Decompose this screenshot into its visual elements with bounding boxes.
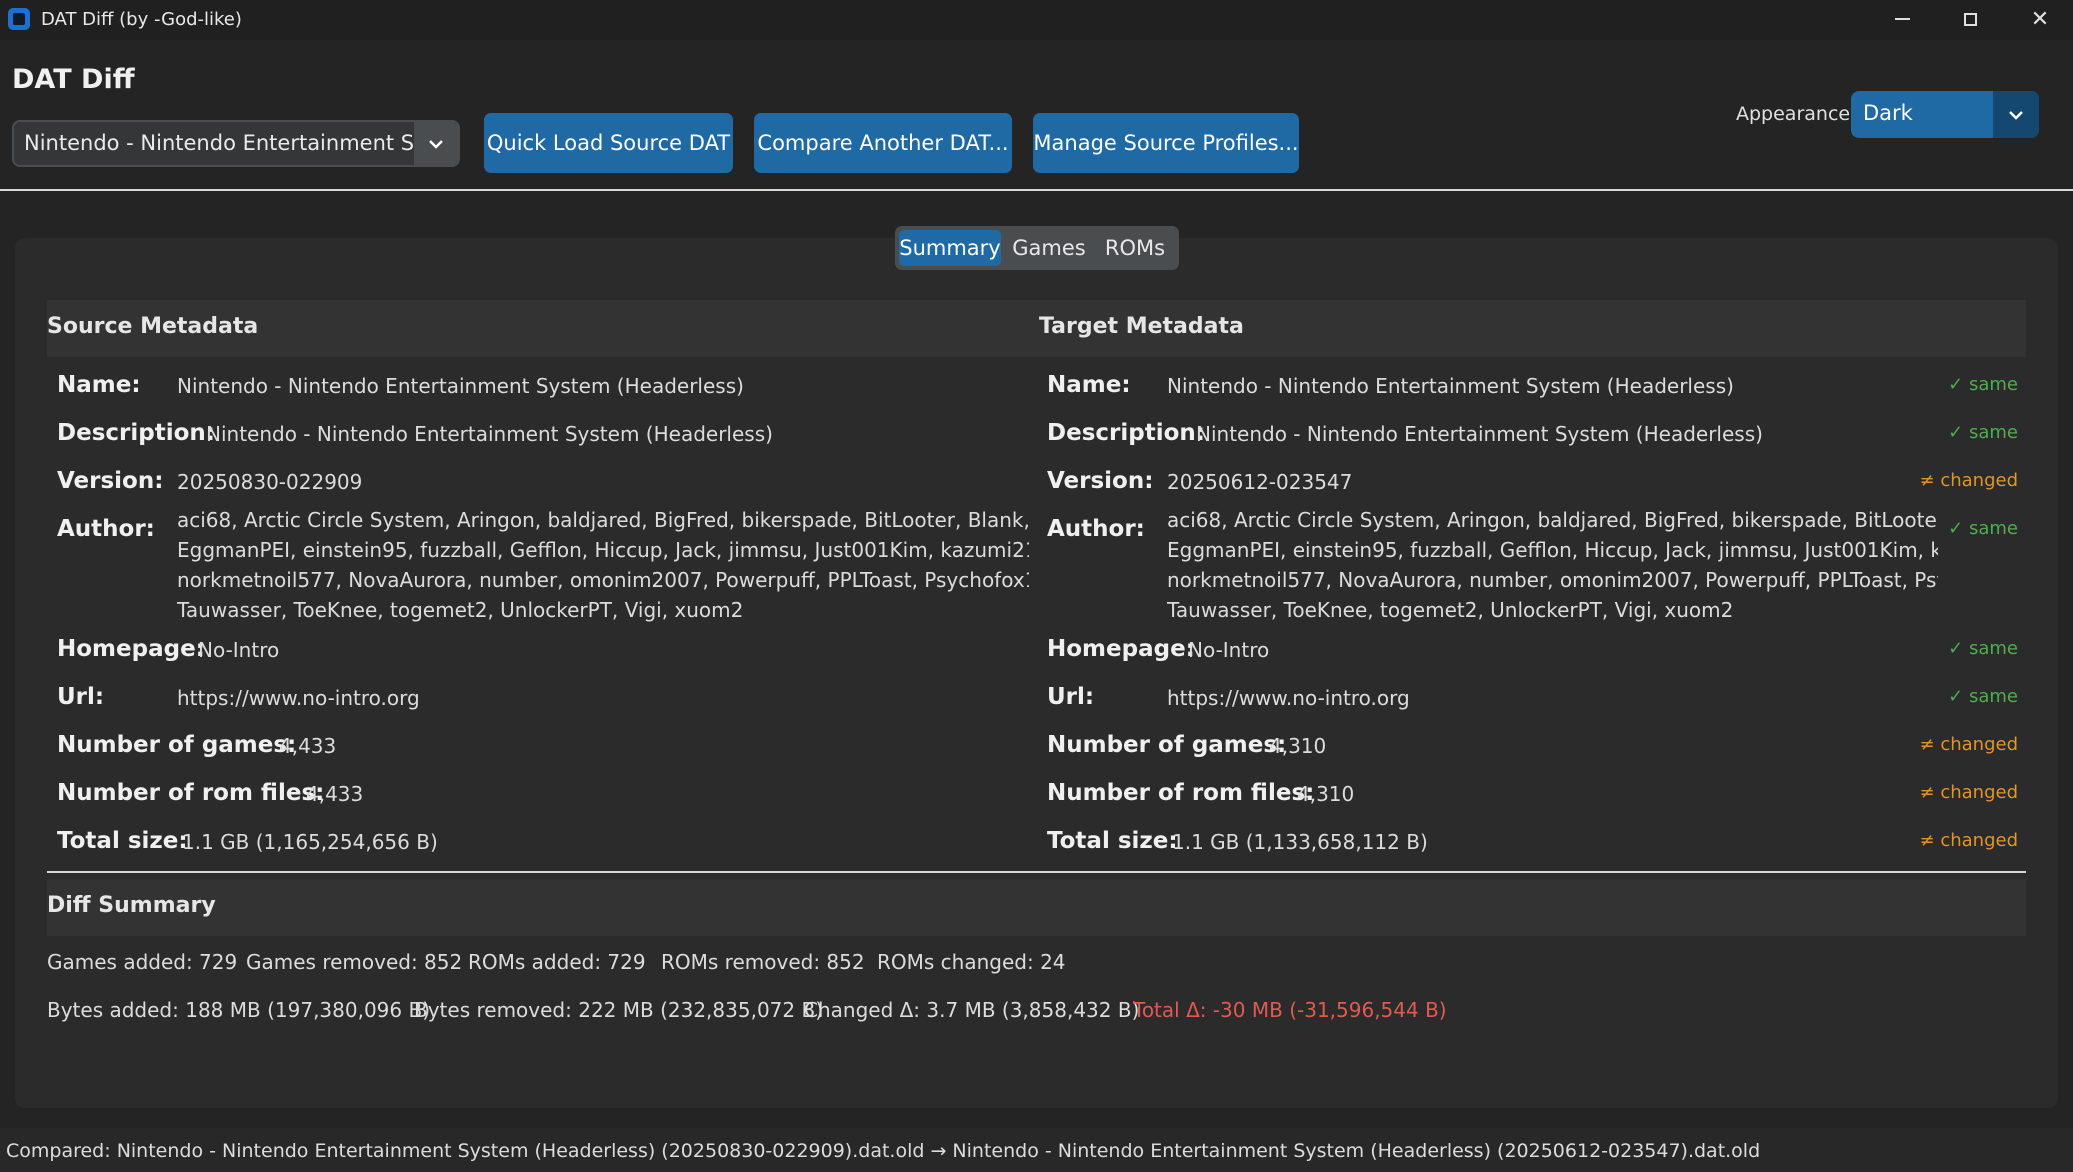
- source-description-value: Nintendo - Nintendo Entertainment System…: [206, 422, 773, 446]
- target-games-label: Number of games:: [1047, 732, 1287, 758]
- source-url-label: Url:: [57, 684, 105, 710]
- appearance-value: Dark: [1863, 101, 1913, 125]
- status-badge: ≠ changed: [1919, 782, 2018, 803]
- target-version-value: 20250612-023547: [1167, 470, 1353, 494]
- chevron-down-icon[interactable]: [1993, 91, 2039, 138]
- source-description-label: Description:: [57, 420, 215, 446]
- target-homepage-label: Homepage:: [1047, 636, 1195, 662]
- changed-delta-stat: Changed Δ: 3.7 MB (3,858,432 B): [804, 998, 1140, 1022]
- source-url-value: https://www.no-intro.org: [177, 686, 420, 710]
- bytes-removed-stat: Bytes removed: 222 MB (232,835,072 B): [414, 998, 824, 1022]
- app-icon: [8, 8, 30, 30]
- target-version-label: Version:: [1047, 468, 1154, 494]
- status-badge: ✓ same: [1948, 686, 2018, 707]
- games-added-stat: Games added: 729: [47, 950, 238, 974]
- status-badge: ✓ same: [1948, 638, 2018, 659]
- status-badge: ✓ same: [1948, 422, 2018, 443]
- target-metadata-title: Target Metadata: [1039, 314, 1244, 339]
- diff-summary-title: Diff Summary: [47, 893, 216, 918]
- diff-summary-header-bar: [47, 879, 2026, 936]
- appearance-select[interactable]: Dark: [1851, 91, 2039, 138]
- status-badge: ≠ changed: [1919, 830, 2018, 851]
- games-removed-stat: Games removed: 852: [246, 950, 463, 974]
- metadata-divider: [47, 871, 2026, 873]
- tab-games[interactable]: Games: [1005, 230, 1093, 266]
- target-roms-label: Number of rom files:: [1047, 780, 1315, 806]
- status-badge: ≠ changed: [1919, 734, 2018, 755]
- source-metadata-title: Source Metadata: [47, 314, 259, 339]
- source-name-value: Nintendo - Nintendo Entertainment System…: [177, 374, 744, 398]
- chevron-down-icon[interactable]: [414, 122, 458, 165]
- target-url-value: https://www.no-intro.org: [1167, 686, 1410, 710]
- manage-profiles-button[interactable]: Manage Source Profiles...: [1033, 113, 1299, 173]
- roms-changed-stat: ROMs changed: 24: [877, 950, 1066, 974]
- total-delta-stat: Total Δ: -30 MB (-31,596,544 B): [1133, 998, 1447, 1022]
- target-size-value: 1.1 GB (1,133,658,112 B): [1172, 830, 1428, 854]
- roms-added-stat: ROMs added: 729: [468, 950, 646, 974]
- bytes-added-stat: Bytes added: 188 MB (197,380,096 B): [47, 998, 431, 1022]
- status-badge: ✓ same: [1948, 374, 2018, 395]
- target-description-value: Nintendo - Nintendo Entertainment System…: [1196, 422, 1763, 446]
- target-roms-value: 4,310: [1297, 782, 1355, 806]
- source-games-value: 4,433: [279, 734, 337, 758]
- quick-load-source-button[interactable]: Quick Load Source DAT: [484, 113, 733, 173]
- target-name-label: Name:: [1047, 372, 1131, 398]
- main-panel: [15, 238, 2058, 1108]
- window-title: DAT Diff (by -God-like): [41, 9, 242, 30]
- source-profile-select[interactable]: Nintendo - Nintendo Entertainment Syste: [12, 120, 460, 167]
- source-profile-value: Nintendo - Nintendo Entertainment Syste: [24, 131, 424, 155]
- status-badge: ✓ same: [1948, 518, 2018, 539]
- target-homepage-value: No-Intro: [1188, 638, 1270, 662]
- source-author-value: aci68, Arctic Circle System, Aringon, ba…: [177, 508, 1029, 622]
- source-author-label: Author:: [57, 516, 155, 542]
- source-homepage-label: Homepage:: [57, 636, 205, 662]
- source-name-label: Name:: [57, 372, 141, 398]
- target-author-value: aci68, Arctic Circle System, Aringon, ba…: [1167, 508, 1938, 622]
- tab-roms[interactable]: ROMs: [1095, 230, 1175, 266]
- target-description-label: Description:: [1047, 420, 1205, 446]
- source-roms-label: Number of rom files:: [57, 780, 325, 806]
- view-tabs: Summary Games ROMs: [895, 226, 1179, 270]
- appearance-label: Appearance:: [1736, 103, 1857, 125]
- close-icon[interactable]: ✕: [2005, 0, 2073, 38]
- minimize-icon[interactable]: [1867, 0, 1937, 38]
- source-roms-value: 4,433: [306, 782, 364, 806]
- target-size-label: Total size:: [1047, 828, 1178, 854]
- target-author-label: Author:: [1047, 516, 1145, 542]
- source-homepage-value: No-Intro: [198, 638, 280, 662]
- app-title: DAT Diff: [12, 64, 135, 95]
- source-size-value: 1.1 GB (1,165,254,656 B): [182, 830, 438, 854]
- source-size-label: Total size:: [57, 828, 188, 854]
- target-url-label: Url:: [1047, 684, 1095, 710]
- title-bar: [0, 0, 2073, 40]
- header-divider: [0, 189, 2073, 191]
- source-version-value: 20250830-022909: [177, 470, 363, 494]
- status-bar-text: Compared: Nintendo - Nintendo Entertainm…: [6, 1140, 1761, 1162]
- target-games-value: 4,310: [1269, 734, 1327, 758]
- target-name-value: Nintendo - Nintendo Entertainment System…: [1167, 374, 1734, 398]
- status-badge: ≠ changed: [1919, 470, 2018, 491]
- source-games-label: Number of games:: [57, 732, 297, 758]
- maximize-icon[interactable]: [1935, 0, 2005, 38]
- tab-summary[interactable]: Summary: [899, 230, 1001, 266]
- metadata-header-bar: [47, 300, 2026, 357]
- compare-another-button[interactable]: Compare Another DAT...: [754, 113, 1012, 173]
- roms-removed-stat: ROMs removed: 852: [661, 950, 865, 974]
- source-version-label: Version:: [57, 468, 164, 494]
